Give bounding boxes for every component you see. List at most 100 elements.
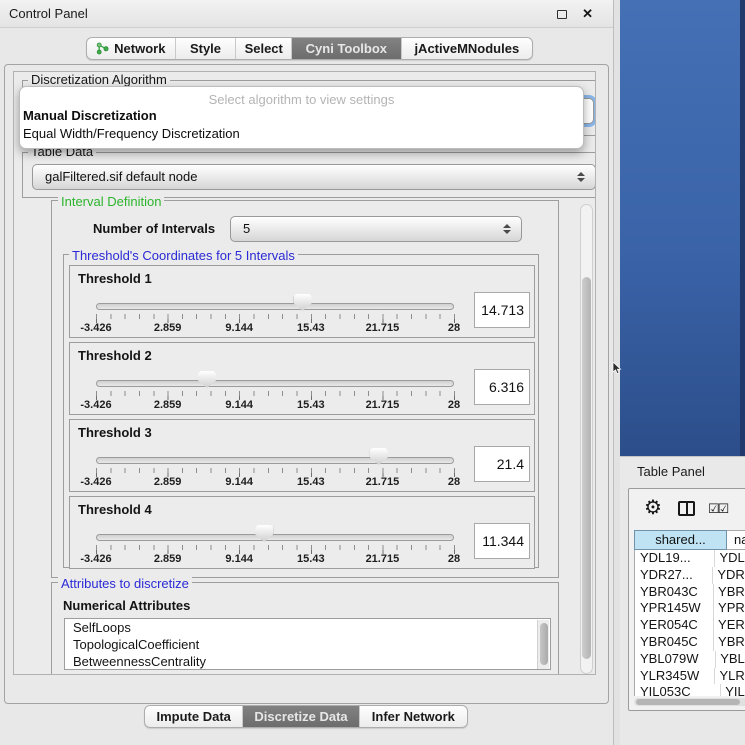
threshold-1-slider-track[interactable] <box>96 303 454 310</box>
table-cell[interactable]: YBR045C <box>635 634 714 651</box>
tick-label: 15.43 <box>297 399 325 411</box>
table-panel-header: Table Panel <box>620 456 745 488</box>
popup-item-manual-discretization[interactable]: Manual Discretization <box>23 108 157 123</box>
list-item[interactable]: BetweennessCentrality <box>65 653 550 670</box>
table-cell[interactable]: YPR145W <box>635 600 714 617</box>
table-data-combobox[interactable]: galFiltered.sif default node <box>32 164 596 190</box>
table-cell[interactable]: YDR27... <box>635 567 713 584</box>
table-cell[interactable]: YBR0 <box>714 584 745 601</box>
table-cell[interactable]: YIL053C <box>635 684 721 696</box>
tab-style[interactable]: Style <box>176 38 237 59</box>
numerical-attributes-label: Numerical Attributes <box>63 598 190 613</box>
settings-scrollbar[interactable] <box>580 204 593 674</box>
scrollbar-thumb[interactable] <box>636 699 740 705</box>
threshold-2-value-field[interactable]: 6.316 <box>474 369 530 405</box>
threshold-1-value-field[interactable]: 14.713 <box>474 292 530 328</box>
tick-label: -3.426 <box>80 553 111 565</box>
close-panel-icon[interactable]: ✕ <box>582 6 593 22</box>
tab-network[interactable]: Network <box>87 38 176 59</box>
tab-infer-network[interactable]: Infer Network <box>360 706 467 727</box>
table-row[interactable]: YPR145WYPR1 <box>635 600 745 617</box>
tick-label: 9.144 <box>225 322 253 334</box>
table-row[interactable]: YLR345WYLR3 <box>635 668 745 685</box>
threshold-3-slider-track[interactable] <box>96 457 454 464</box>
tab-jactivemnodules[interactable]: jActiveMNodules <box>402 38 532 59</box>
table-row[interactable]: YIL053CYIL0 <box>635 684 745 696</box>
tab-cyni-toolbox[interactable]: Cyni Toolbox <box>292 38 402 59</box>
table-cell[interactable]: YDL1 <box>715 550 745 567</box>
table-horizontal-scrollbar[interactable] <box>634 698 745 706</box>
columns-icon[interactable] <box>678 501 695 516</box>
table-row[interactable]: YDR27...YDR2 <box>635 567 745 584</box>
tab-select[interactable]: Select <box>236 38 292 59</box>
table-cell[interactable]: YBL0 <box>716 651 745 668</box>
select-columns-checkboxes-icon[interactable]: ☑☑ <box>708 501 727 517</box>
tab-label: Style <box>190 41 221 56</box>
table-row[interactable]: YBR043CYBR0 <box>635 584 745 601</box>
table-cell[interactable]: YIL0 <box>721 684 745 696</box>
scrollbar-thumb[interactable] <box>582 277 591 659</box>
table-row[interactable]: YBR045CYBR0 <box>635 634 745 651</box>
tick-label: 21.715 <box>366 553 400 565</box>
gear-icon[interactable]: ⚙ <box>644 498 662 518</box>
network-desktop-background: GAL80 GA C GAL11 GAL4 GCY1 H HAP2 <box>620 0 745 456</box>
thresholds-group-title: Threshold's Coordinates for 5 Intervals <box>69 248 298 263</box>
table-cell[interactable]: YBR043C <box>635 584 714 601</box>
slider-minor-ticks <box>96 545 455 550</box>
table-row[interactable]: YER054CYER0 <box>635 617 745 634</box>
node-table: YDL19...YDL1 YDR27...YDR2 YBR043CYBR0 YP… <box>634 550 745 696</box>
tick-label: 9.144 <box>225 399 253 411</box>
threshold-4-value-field[interactable]: 11.344 <box>474 523 530 559</box>
threshold-3-label: Threshold 3 <box>78 425 152 440</box>
tab-discretize-data[interactable]: Discretize Data <box>243 706 359 727</box>
threshold-3-value-field[interactable]: 21.4 <box>474 446 530 482</box>
threshold-3-row: Threshold 3 -3.426 2.859 9.144 15.43 21.… <box>69 419 535 492</box>
table-cell[interactable]: YER0 <box>714 617 745 634</box>
column-header-name[interactable]: na <box>727 530 745 550</box>
list-item[interactable]: SelfLoops <box>65 619 550 636</box>
list-item[interactable]: TopologicalCoefficient <box>65 636 550 653</box>
threshold-2-slider-track[interactable] <box>96 380 454 387</box>
tab-content-frame: Discretization Algorithm Select algorith… <box>4 64 609 704</box>
slider-minor-ticks <box>96 391 455 396</box>
tick-label: 28 <box>448 399 460 411</box>
table-cell[interactable]: YPR1 <box>714 600 745 617</box>
tab-label: Cyni Toolbox <box>306 41 387 56</box>
float-window-icon[interactable] <box>557 10 567 19</box>
table-cell[interactable]: YLR3 <box>715 668 745 685</box>
tab-impute-data[interactable]: Impute Data <box>145 706 243 727</box>
number-of-intervals-combobox[interactable]: 5 <box>230 216 522 242</box>
tab-label: Network <box>114 41 165 56</box>
table-row[interactable]: YBL079WYBL0 <box>635 651 745 668</box>
tab-label: jActiveMNodules <box>414 41 519 56</box>
table-cell[interactable]: YBR0 <box>714 634 745 651</box>
table-row[interactable]: YDL19...YDL1 <box>635 550 745 567</box>
table-cell[interactable]: YER054C <box>635 617 714 634</box>
threshold-1-label: Threshold 1 <box>78 271 152 286</box>
attributes-list-scrollbar[interactable] <box>537 620 549 670</box>
threshold-4-slider-track[interactable] <box>96 534 454 541</box>
combo-stepper-icon[interactable] <box>503 222 511 236</box>
mouse-cursor <box>612 362 622 376</box>
combo-stepper-icon[interactable] <box>577 170 585 184</box>
tick-label: 2.859 <box>154 322 182 334</box>
tick-label: 28 <box>448 553 460 565</box>
slider-minor-ticks <box>96 314 455 319</box>
number-of-intervals-value: 5 <box>243 217 250 241</box>
tab-label: Discretize Data <box>254 709 347 724</box>
table-cell[interactable]: YDL19... <box>635 550 715 567</box>
attributes-group-title: Attributes to discretize <box>58 576 192 591</box>
popup-hint: Select algorithm to view settings <box>20 92 583 107</box>
column-header-shared-name[interactable]: shared... <box>634 530 727 550</box>
tick-label: 15.43 <box>297 553 325 565</box>
table-cell[interactable]: YDR2 <box>713 567 745 584</box>
table-cell[interactable]: YLR345W <box>635 668 715 685</box>
control-panel-titlebar: Control Panel ✕ <box>0 0 613 28</box>
discretization-algorithm-group-title: Discretization Algorithm <box>28 72 170 87</box>
panel-title: Control Panel <box>9 0 88 28</box>
algorithm-dropdown-popup: Select algorithm to view settings Manual… <box>19 86 584 149</box>
scrollbar-thumb[interactable] <box>540 623 548 665</box>
popup-item-equal-width-frequency[interactable]: Equal Width/Frequency Discretization <box>23 126 240 141</box>
table-cell[interactable]: YBL079W <box>635 651 716 668</box>
threshold-2-label: Threshold 2 <box>78 348 152 363</box>
